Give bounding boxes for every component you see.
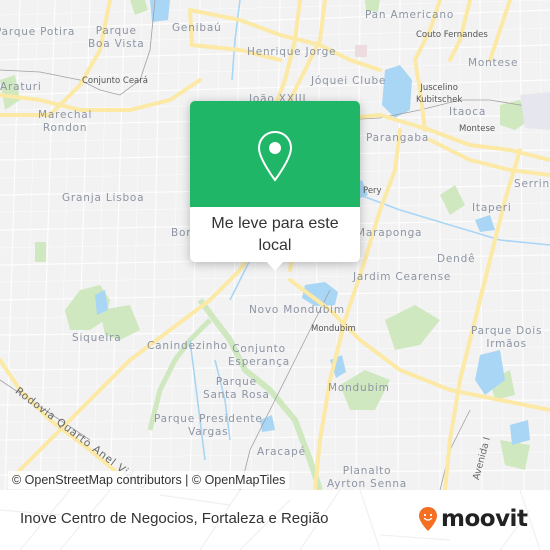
map-label-parque-dois-irmaos: Parque Dois Irmãos [471,325,543,350]
map-label-araturi: Araturi [0,81,42,93]
map-attribution[interactable]: © OpenStreetMap contributors | © OpenMap… [8,471,290,489]
map-label-joquei-clube: Jóquei Clube [311,75,387,87]
map-label-itaoca: Itaoca [449,106,487,118]
map-label-henrique-jorge: Henrique Jorge [247,46,337,58]
footer-bar: Inove Centro de Negocios, Fortaleza e Re… [0,490,550,550]
map-label-marechal-rondon: Marechal Rondon [38,109,93,134]
map-label-serrinha: Serrinha [514,178,550,190]
map-label-parque-santa-rosa: Parque Santa Rosa [203,376,270,401]
map-label-bom-jardim: Bor [171,227,192,239]
map-label-mondubim: Mondubim [328,382,390,394]
map-label-jardim-cearense: Jardim Cearense [353,271,452,283]
map-view[interactable]: Parque Potira Parque Boa Vista Genibaú H… [0,0,550,490]
take-me-here-button[interactable]: Me leve para este local [190,207,360,257]
moovit-smiley-pin-icon [419,507,437,531]
map-label-parangaba: Parangaba [366,132,430,144]
map-label-novo-mondubim: Novo Mondubim [249,304,345,316]
map-label-aracape: Aracapé [257,446,306,458]
map-station-mondubim: Mondubim [311,324,356,334]
map-pin-icon [257,130,293,182]
map-label-parque-potira: Parque Potira [0,26,76,38]
map-label-parque-boa-vista: Parque Boa Vista [88,25,145,50]
map-station-montese: Montese [459,124,496,134]
map-label-conjunto-esperanca: Conjunto Esperança [228,343,291,368]
map-label-vila-pery: Pery [363,186,382,196]
map-label-montese: Montese [468,57,519,69]
map-label-planalto-ayrton-senna: Planalto Ayrton Senna [327,465,408,490]
map-label-pan-americano: Pan Americano [365,9,455,21]
location-popup[interactable]: Me leve para este local [190,101,360,271]
map-label-dende: Dendê [437,253,476,265]
map-label-siqueira: Siqueira [72,332,122,344]
map-station-conjunto-ceara: Conjunto Ceará [82,76,148,86]
map-label-granja-lisboa: Granja Lisboa [62,192,145,204]
place-title: Inove Centro de Negocios, Fortaleza e Re… [20,510,329,527]
map-label-genibau: Genibaú [172,22,222,34]
map-label-parque-presidente-vargas: Parque Presidente Vargas [154,413,263,438]
map-label-canindezinho: Canindezinho [147,340,228,352]
moovit-logo[interactable]: moovit [418,504,528,534]
moovit-wordmark: moovit [441,506,528,532]
map-label-itaperi: Itaperi [472,202,512,214]
popup-pointer [266,261,284,271]
popup-header[interactable] [190,101,360,207]
map-station-juscelino-kubitschek: Juscelino Kubitschek [416,83,463,105]
map-station-couto-fernandes: Couto Fernandes [416,30,488,40]
map-label-maraponga: Maraponga [356,227,423,239]
